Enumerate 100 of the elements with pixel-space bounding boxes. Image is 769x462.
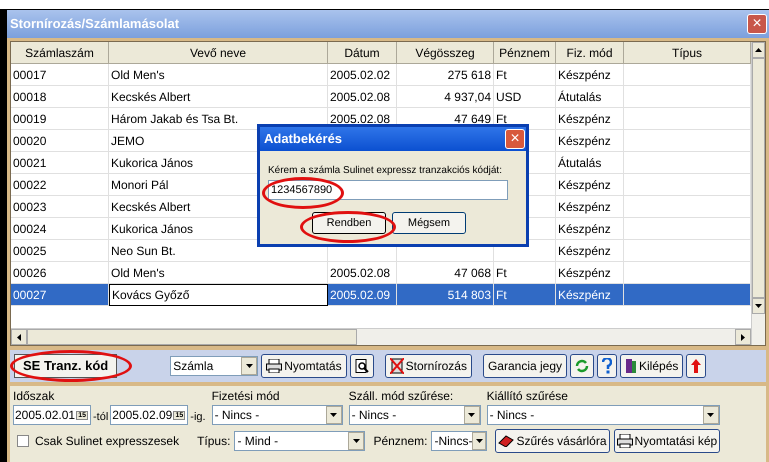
column-header[interactable]: Dátum <box>328 42 397 64</box>
scroll-thumb[interactable] <box>752 58 765 298</box>
table-cell-text: Ft <box>496 66 507 84</box>
sulinet-checkbox[interactable]: Csak Sulinet expresszesek <box>17 432 180 450</box>
eraser-icon <box>498 435 514 447</box>
table-cell-text: 00025 <box>13 242 46 260</box>
transaction-code-button[interactable]: SE Tranz. kód <box>14 354 118 378</box>
table-cell-text: Átutalás <box>558 154 602 172</box>
up-arrow-icon <box>691 359 702 373</box>
table-cell-text: 2005.02.09 <box>330 286 390 304</box>
dialog-button[interactable]: Rendben <box>312 212 386 234</box>
table-cell-text: 47 068 <box>454 264 491 282</box>
table-cell-text: 00026 <box>13 264 46 282</box>
magnifier-icon <box>354 359 369 373</box>
currency-label: Pénznem: <box>373 433 428 450</box>
table-cell-text: Kecskés Albert <box>111 198 190 216</box>
scroll-up-icon[interactable] <box>752 42 765 58</box>
window-title: Stornírozás/Számlamásolat <box>10 15 180 34</box>
table-row[interactable]: 00018 Kecskés Albert 2005.02.08 4 937,04 USD Átutalás <box>11 86 751 108</box>
issuer-label: Kiállító szűrése <box>486 388 569 405</box>
table-cell-text: 2005.02.08 <box>330 264 390 282</box>
column-header[interactable]: Vevő neve <box>109 42 328 64</box>
from-suffix: -tól <box>93 410 108 424</box>
table-cell-text: 00018 <box>13 88 46 106</box>
table-cell-text: 4 937,04 <box>444 88 491 106</box>
document-select[interactable]: Számla <box>170 356 258 376</box>
issuer-select[interactable]: - Nincs - <box>486 405 720 425</box>
printer-icon <box>616 434 633 448</box>
table-cell-text: USD <box>496 88 522 106</box>
table-cell-text: Kukorica János <box>111 220 194 238</box>
table-cell-text: Ft <box>496 110 507 128</box>
dialog-button[interactable]: Mégsem <box>392 212 466 234</box>
table-cell-text: 00023 <box>13 198 46 216</box>
table-cell-text: JEMO <box>111 132 144 150</box>
table-cell-text: 275 618 <box>448 66 491 84</box>
printer-icon <box>266 359 282 373</box>
table-cell-text: Átutalás <box>558 88 602 106</box>
shipping-label: Száll. mód szűrése: <box>348 388 454 405</box>
table-cell-text: Készpénz <box>558 220 611 238</box>
table-row[interactable]: 00017 Old Men's 2005.02.02 275 618 Ft Készpénz <box>11 64 751 86</box>
table-cell-text: 00024 <box>13 220 46 238</box>
code-input[interactable]: 1234567890 <box>268 180 508 200</box>
scroll-thumb[interactable] <box>27 329 357 345</box>
warranty-button[interactable]: Garancia jegy <box>482 354 568 378</box>
type-select[interactable]: - Mind - <box>234 431 366 451</box>
table-cell-text: Három Jakab és Tsa Bt. <box>111 110 238 128</box>
table-cell-text: Készpénz <box>558 176 611 194</box>
up-button[interactable] <box>686 354 706 378</box>
refresh-icon <box>575 359 590 373</box>
scroll-down-icon[interactable] <box>752 298 765 314</box>
preview-button[interactable] <box>350 354 374 378</box>
table-cell-text: Készpénz <box>558 66 611 84</box>
table-cell-text: 514 803 <box>448 286 491 304</box>
column-header[interactable]: Pénznem <box>494 42 556 64</box>
scroll-right-icon[interactable] <box>735 329 751 345</box>
table-cell-text: Kecskés Albert <box>111 88 190 106</box>
filter-buyer-button[interactable]: Szűrés vásárlóra <box>495 429 610 453</box>
refresh-button[interactable] <box>570 354 594 378</box>
column-header[interactable]: Számlaszám <box>11 42 109 64</box>
close-button[interactable]: × <box>505 129 525 149</box>
print-preview-button[interactable]: Nyomtatási kép <box>614 429 720 453</box>
exit-button[interactable]: Kilépés <box>620 354 684 378</box>
table-cell-text: Neo Sun Bt. <box>111 242 176 260</box>
print-button[interactable]: Nyomtatás <box>261 354 347 378</box>
table-row[interactable]: 00027 Kovács Győző 2005.02.09 514 803 Ft Készpénz <box>11 284 751 306</box>
table-cell-text: Készpénz <box>558 286 611 304</box>
storno-button[interactable]: Stornírozás <box>384 354 472 378</box>
table-cell-text: 00021 <box>13 154 46 172</box>
shipping-select[interactable]: - Nincs - <box>348 405 481 425</box>
scroll-left-icon[interactable] <box>11 329 27 345</box>
payment-select[interactable]: - Nincs - <box>212 405 343 425</box>
table-cell-text: Kovács Győző <box>112 287 190 304</box>
dialog-title: Adatbekérés <box>264 130 342 148</box>
table-cell-text: Ft <box>496 286 507 304</box>
vertical-scrollbar[interactable] <box>751 42 765 345</box>
table-cell-text: 00022 <box>13 176 46 194</box>
currency-select[interactable]: -Nincs- <box>431 431 488 451</box>
to-suffix: -ig. <box>190 410 206 424</box>
table-cell-text: Készpénz <box>558 264 611 282</box>
table-cell-text: Készpénz <box>558 132 611 150</box>
table-cell-text: Old Men's <box>111 66 165 84</box>
payment-label: Fizetési mód <box>212 388 281 405</box>
table-cell-text: 00027 <box>13 286 46 304</box>
table-cell-text: Készpénz <box>558 242 611 260</box>
table-cell-text: Ft <box>496 264 507 282</box>
crossed-document-icon <box>390 358 404 374</box>
table-cell-text: Készpénz <box>558 110 611 128</box>
horizontal-scrollbar[interactable] <box>11 328 751 345</box>
close-button[interactable]: × <box>747 14 767 34</box>
help-button[interactable] <box>597 354 618 378</box>
type-label: Típus: <box>197 433 230 450</box>
table-cell-text: Készpénz <box>558 198 611 216</box>
column-header[interactable]: Fiz. mód <box>556 42 624 64</box>
help-icon <box>602 358 612 374</box>
column-header[interactable]: Végösszeg <box>397 42 494 64</box>
table-cell-text: Monori Pál <box>111 176 168 194</box>
table-cell-text: 2005.02.08 <box>330 110 390 128</box>
table-cell-text: 2005.02.02 <box>330 66 390 84</box>
table-cell-text: 00017 <box>13 66 46 84</box>
table-cell-text: Old Men's <box>111 264 165 282</box>
